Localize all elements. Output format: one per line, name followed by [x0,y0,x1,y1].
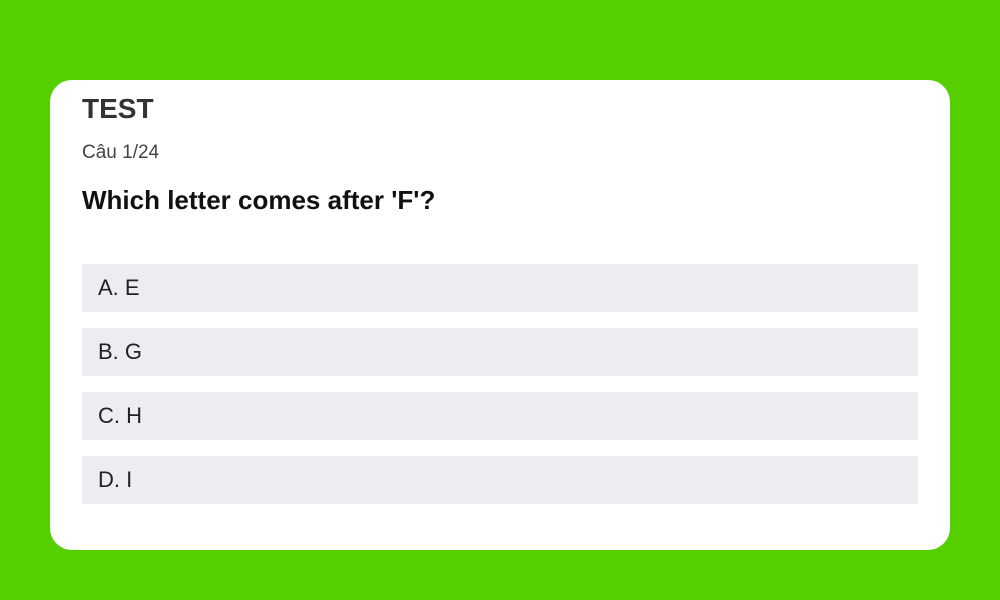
answer-option-d[interactable]: D. I [82,456,918,504]
answer-option-a[interactable]: A. E [82,264,918,312]
answer-option-b[interactable]: B. G [82,328,918,376]
question-counter: Câu 1/24 [82,142,160,163]
answer-option-label: B. G [98,339,143,364]
quiz-card: TEST Câu 1/24 Which letter comes after '… [50,80,950,550]
answer-option-c[interactable]: C. H [82,392,918,440]
question-text: Which letter comes after 'F'? [82,185,436,215]
answer-options: A. E B. G C. H D. I [82,264,918,520]
answer-option-label: A. E [98,275,140,300]
quiz-title: TEST [82,93,154,124]
answer-option-label: C. H [98,403,142,428]
answer-option-label: D. I [98,467,133,492]
